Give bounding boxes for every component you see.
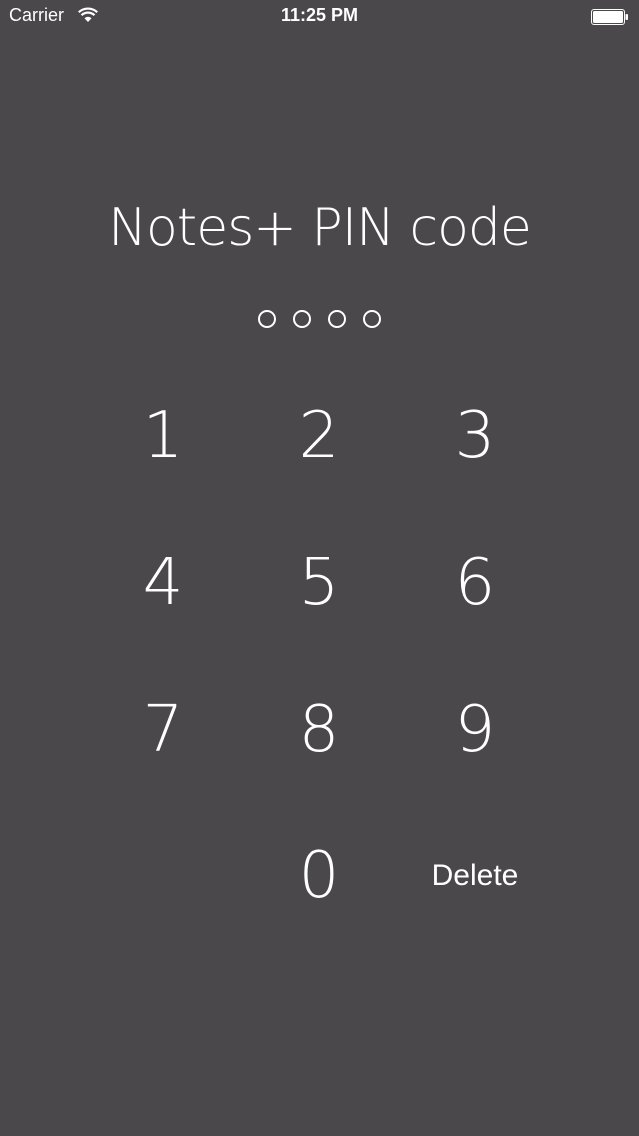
key-6[interactable]: 6 <box>415 533 535 633</box>
key-4[interactable]: 4 <box>103 533 223 633</box>
key-8[interactable]: 8 <box>259 680 379 780</box>
key-5[interactable]: 5 <box>259 533 379 633</box>
key-7[interactable]: 7 <box>103 680 223 780</box>
delete-button[interactable]: Delete <box>415 826 535 926</box>
key-9[interactable]: 9 <box>415 680 535 780</box>
key-0[interactable]: 0 <box>259 826 379 926</box>
key-1[interactable]: 1 <box>103 386 223 486</box>
key-3[interactable]: 3 <box>415 386 535 486</box>
keypad: 1 2 3 4 5 6 7 8 9 0 Delete <box>0 0 639 1136</box>
key-2[interactable]: 2 <box>259 386 379 486</box>
